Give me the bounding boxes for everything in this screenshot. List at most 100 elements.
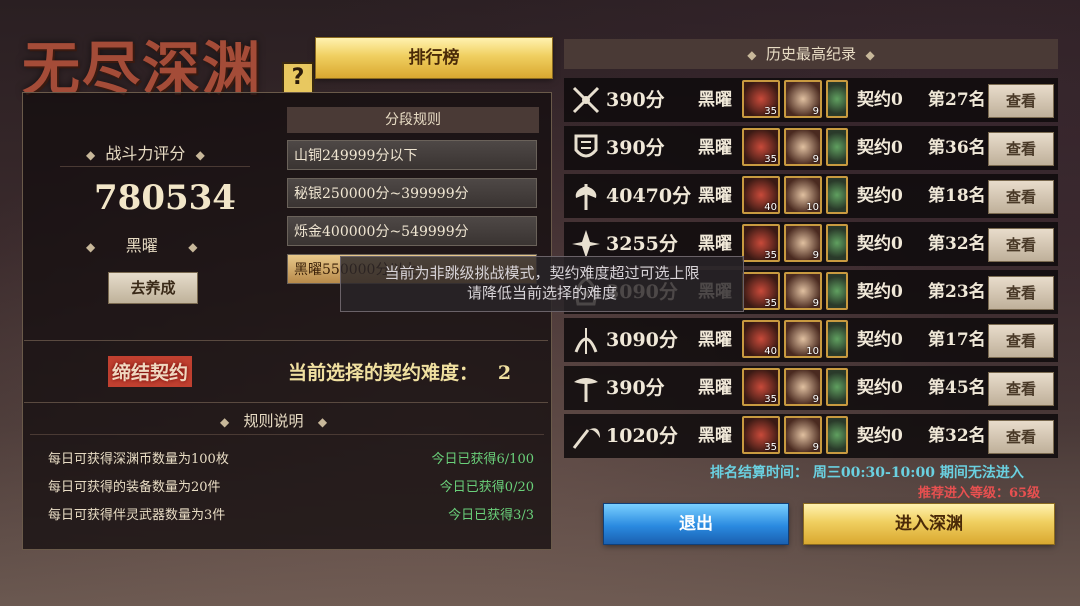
history-contract: 契约0 [857, 378, 903, 398]
rule-value: 今日已获得6/100 [431, 452, 534, 467]
divider [24, 340, 548, 341]
history-contract: 契约0 [857, 186, 903, 206]
history-place: 第18名 [928, 186, 986, 206]
equipment-slot[interactable]: 35 [742, 128, 780, 166]
view-button[interactable]: 查看 [988, 324, 1054, 358]
equipment-slot[interactable]: 10 [784, 320, 822, 358]
equipment-slot[interactable]: 9 [784, 416, 822, 454]
view-button[interactable]: 查看 [988, 228, 1054, 262]
segment-header: 分段规则 [287, 107, 539, 133]
history-row: 390分 黑曜 35 9 契约0 第27名 查看 [564, 78, 1058, 122]
view-button[interactable]: 查看 [988, 132, 1054, 166]
item-level: 9 [812, 154, 819, 165]
rules-header: ◆ 规则说明 ◆ [220, 410, 327, 431]
equipment-slot[interactable]: 40 [742, 320, 780, 358]
view-button[interactable]: 查看 [988, 180, 1054, 214]
history-rank: 黑曜 [698, 186, 732, 206]
equipment-slot[interactable]: 35 [742, 80, 780, 118]
segment-item: 烁金400000分~549999分 [287, 216, 537, 246]
history-rank: 黑曜 [698, 378, 732, 398]
item-level: 35 [764, 298, 777, 309]
history-row: 1020分 黑曜 35 9 契约0 第32名 查看 [564, 414, 1058, 458]
diamond-icon: ◆ [317, 415, 328, 429]
equipment-slot[interactable]: 35 [742, 368, 780, 406]
history-rank: 黑曜 [698, 426, 732, 446]
history-contract: 契约0 [857, 330, 903, 350]
equipment-slot[interactable]: 9 [784, 368, 822, 406]
equipment-slot[interactable]: 9 [784, 272, 822, 310]
history-score: 390分 [606, 89, 665, 111]
equipment-slot[interactable]: 9 [784, 128, 822, 166]
history-contract: 契约0 [857, 138, 903, 158]
diamond-icon: ◆ [220, 415, 230, 429]
item-level: 35 [764, 394, 777, 405]
exit-button[interactable]: 退出 [604, 504, 788, 544]
item-level: 9 [812, 250, 819, 261]
view-button[interactable]: 查看 [988, 84, 1054, 118]
equipment-slot[interactable]: 40 [742, 176, 780, 214]
contract-button[interactable]: 缔结契约 [108, 356, 193, 387]
equipment-slot[interactable]: 35 [742, 224, 780, 262]
rule-text: 每日可获得深渊币数量为100枚 [48, 452, 229, 467]
segment-item: 秘银250000分~399999分 [287, 178, 537, 208]
equipment-slot[interactable]: 35 [742, 416, 780, 454]
history-place: 第36名 [928, 138, 986, 158]
item-level: 35 [764, 442, 777, 453]
toast-line: 请降低当前选择的难度 [466, 284, 617, 302]
history-contract: 契约0 [857, 90, 903, 110]
item-level: 35 [764, 106, 777, 117]
history-place: 第27名 [928, 90, 986, 110]
history-rank: 黑曜 [698, 138, 732, 158]
equipment-slot[interactable] [826, 416, 848, 454]
history-contract: 契约0 [857, 282, 903, 302]
rule-value: 今日已获得0/20 [439, 480, 534, 495]
diamond-icon: ◆ [865, 48, 875, 62]
contract-difficulty: 当前选择的契约难度： 2 [288, 358, 511, 385]
segment-item: 山铜249999分以下 [287, 140, 537, 170]
item-level: 35 [764, 250, 777, 261]
equipment-slot[interactable] [826, 368, 848, 406]
equipment-slot[interactable]: 9 [784, 80, 822, 118]
history-contract: 契约0 [857, 426, 903, 446]
crossed-swords-icon [572, 86, 600, 114]
equipment-slot[interactable] [826, 224, 848, 262]
diamond-icon: ◆ [188, 240, 198, 254]
combat-score: 780534 [94, 178, 236, 218]
rule-text: 每日可获得的装备数量为20件 [48, 480, 221, 495]
history-header: ◆ 历史最高纪录 ◆ [564, 39, 1058, 69]
equipment-slot[interactable]: 10 [784, 176, 822, 214]
shield-icon [574, 134, 598, 158]
enter-abyss-button[interactable]: 进入深渊 [804, 504, 1054, 544]
equipment-slot[interactable] [826, 80, 848, 118]
item-level: 40 [764, 202, 777, 213]
equipment-slot[interactable] [826, 128, 848, 166]
view-button[interactable]: 查看 [988, 276, 1054, 310]
diamond-icon: ◆ [747, 48, 757, 62]
view-button[interactable]: 查看 [988, 420, 1054, 454]
rule-text: 每日可获得伴灵武器数量为3件 [48, 508, 226, 523]
history-row: 40470分 黑曜 40 10 契约0 第18名 查看 [564, 174, 1058, 218]
diamond-icon: ◆ [195, 148, 205, 162]
item-level: 10 [806, 202, 819, 213]
equipment-slot[interactable]: 9 [784, 224, 822, 262]
toast-message: 当前为非跳级挑战模式，契约难度超过可选上限 请降低当前选择的难度 [340, 256, 744, 312]
view-button[interactable]: 查看 [988, 372, 1054, 406]
question-icon[interactable]: ? [282, 62, 314, 94]
item-level: 9 [812, 106, 819, 117]
item-level: 10 [806, 346, 819, 357]
history-place: 第23名 [928, 282, 986, 302]
equipment-slot[interactable] [826, 272, 848, 310]
train-button[interactable]: 去养成 [108, 272, 198, 304]
score-label: ◆ 战斗力评分 ◆ [86, 140, 205, 164]
rank-name: ◆ 黑曜 ◆ [86, 232, 198, 256]
diamond-icon: ◆ [86, 148, 96, 162]
history-row: 390分 黑曜 35 9 契约0 第36名 查看 [564, 126, 1058, 170]
score-label-text: 战斗力评分 [105, 144, 186, 163]
equipment-slot[interactable]: 35 [742, 272, 780, 310]
contract-difficulty-label: 当前选择的契约难度： [288, 362, 479, 384]
equipment-slot[interactable] [826, 176, 848, 214]
history-place: 第45名 [928, 378, 986, 398]
settle-time: 排名结算时间： 周三00:30-10:00 期间无法进入 [710, 465, 1024, 481]
ranking-button[interactable]: 排行榜 [316, 38, 552, 78]
equipment-slot[interactable] [826, 320, 848, 358]
